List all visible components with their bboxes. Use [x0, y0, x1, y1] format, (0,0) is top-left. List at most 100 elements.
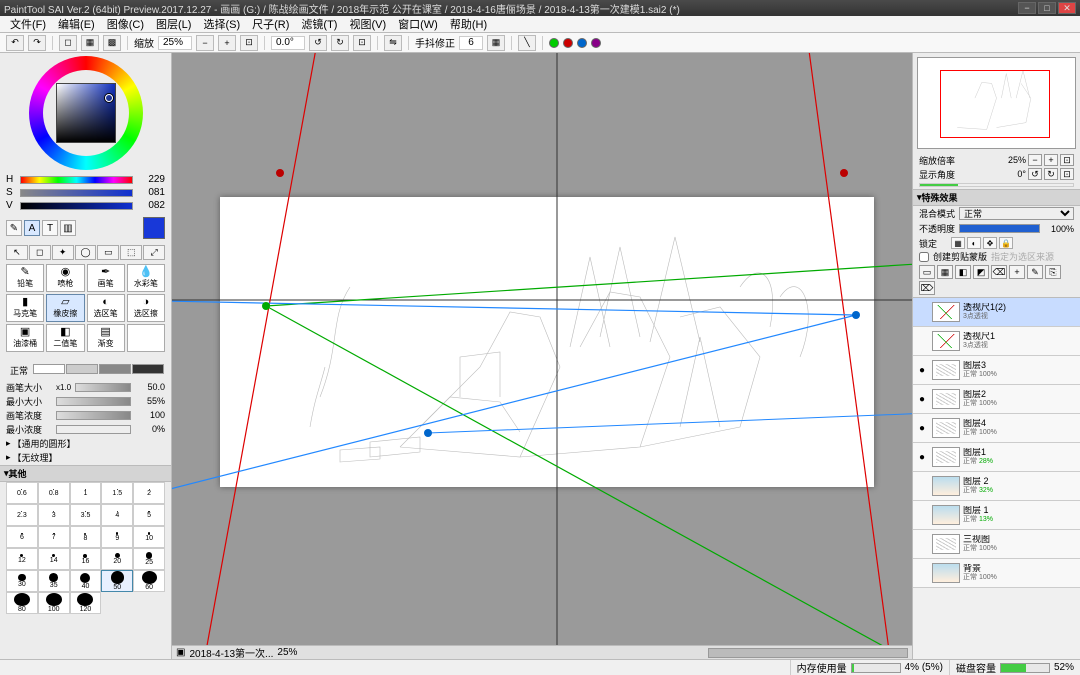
size-40[interactable]: 40 — [70, 570, 102, 592]
layer-row-1[interactable]: 透视尺13点透视 — [913, 327, 1080, 356]
menu-image[interactable]: 图像(C) — [101, 16, 150, 32]
layer-row-4[interactable]: ●图层4正常 100% — [913, 414, 1080, 443]
brush-水彩笔[interactable]: 💧水彩笔 — [127, 264, 165, 292]
size-3.5[interactable]: 3.5 — [70, 504, 102, 526]
size-2[interactable]: 2 — [133, 482, 165, 504]
hscrollbar-thumb[interactable] — [708, 648, 908, 658]
layer-btn-4[interactable]: ⌫ — [991, 265, 1007, 279]
layer-btn-6[interactable]: ✎ — [1027, 265, 1043, 279]
nav-zoom-in[interactable]: + — [1044, 154, 1058, 166]
rotate-ccw-button[interactable]: ↺ — [309, 35, 327, 51]
layer-row-5[interactable]: ●图层1正常 28% — [913, 443, 1080, 472]
size-80[interactable]: 80 — [6, 592, 38, 614]
size-10[interactable]: 10 — [133, 526, 165, 548]
menu-ruler[interactable]: 尺子(R) — [246, 16, 295, 32]
layer-row-9[interactable]: 背景正常 100% — [913, 559, 1080, 588]
tool-2[interactable]: ✦ — [52, 245, 74, 260]
lock-alpha-icon[interactable]: ◐ — [967, 237, 981, 249]
size-0.6[interactable]: 0.6 — [6, 482, 38, 504]
sizes-header[interactable]: 其他 — [0, 465, 171, 482]
nav-rot-cw[interactable]: ↻ — [1044, 168, 1058, 180]
foreground-swatch[interactable] — [143, 217, 165, 239]
layer-visibility-icon[interactable]: ● — [915, 394, 929, 405]
layer-row-6[interactable]: 图层 2正常 32% — [913, 472, 1080, 501]
menu-window[interactable]: 窗口(W) — [392, 16, 444, 32]
opacity-slider[interactable] — [959, 224, 1040, 233]
size-4[interactable]: 4 — [101, 504, 133, 526]
brush-选区擦[interactable]: ◑选区擦 — [127, 294, 165, 322]
lock-all-icon[interactable]: 🔒 — [999, 237, 1013, 249]
size-8[interactable]: 8 — [70, 526, 102, 548]
size-50[interactable]: 50 — [101, 570, 133, 592]
val-slider[interactable] — [20, 202, 133, 210]
scratchpad-button[interactable]: ✎ — [6, 220, 22, 236]
size-12[interactable]: 12 — [6, 548, 38, 570]
brush-油漆桶[interactable]: ▣油漆桶 — [6, 324, 44, 352]
layer-visibility-icon[interactable]: ● — [915, 452, 929, 463]
min-size-slider[interactable] — [56, 397, 131, 406]
brush-二值笔[interactable]: ◧二值笔 — [46, 324, 84, 352]
layer-btn-2[interactable]: ◧ — [955, 265, 971, 279]
nav-zoom-fit[interactable]: ⊡ — [1060, 154, 1074, 166]
size-1[interactable]: 1 — [70, 482, 102, 504]
zoom-fit-button[interactable]: ⊡ — [240, 35, 258, 51]
text-tool-button[interactable]: T — [42, 220, 58, 236]
zoom-value[interactable]: 25% — [158, 36, 192, 50]
layer-row-2[interactable]: ●图层3正常 100% — [913, 356, 1080, 385]
layer-row-3[interactable]: ●图层2正常 100% — [913, 385, 1080, 414]
size-6[interactable]: 6 — [6, 526, 38, 548]
layer-btn-0[interactable]: ▭ — [919, 265, 935, 279]
size-100[interactable]: 100 — [38, 592, 70, 614]
rotate-cw-button[interactable]: ↻ — [331, 35, 349, 51]
min-density-slider[interactable] — [56, 425, 131, 434]
size-16[interactable]: 16 — [70, 548, 102, 570]
undo-button[interactable]: ↶ — [6, 35, 24, 51]
vanishing-point-blue-1[interactable] — [852, 311, 860, 319]
vanishing-point-green[interactable] — [262, 302, 270, 310]
size-3[interactable]: 3 — [38, 504, 70, 526]
layer-row-8[interactable]: 三视图正常 100% — [913, 530, 1080, 559]
brush-shape-expander[interactable]: 【通用的圆形】 — [6, 436, 165, 450]
size-1.5[interactable]: 1.5 — [101, 482, 133, 504]
reselect-button[interactable]: ▦ — [81, 35, 99, 51]
canvas-area[interactable]: ▣ 2018-4-13第一次... 25% — [172, 53, 912, 659]
brush-empty[interactable] — [127, 324, 165, 352]
layer-btn-5[interactable]: + — [1009, 265, 1025, 279]
menu-view[interactable]: 视图(V) — [343, 16, 392, 32]
layer-btn-1[interactable]: ▦ — [937, 265, 953, 279]
doc-tab-name[interactable]: 2018-4-13第一次... — [189, 645, 273, 659]
size-0.8[interactable]: 0.8 — [38, 482, 70, 504]
hue-slider[interactable] — [20, 176, 133, 184]
brush-texture-expander[interactable]: 【无纹理】 — [6, 450, 165, 464]
size-35[interactable]: 35 — [38, 570, 70, 592]
zoom-out-button[interactable]: − — [196, 35, 214, 51]
brush-渐变[interactable]: ▤渐变 — [87, 324, 125, 352]
vanishing-point-red-2[interactable] — [840, 169, 848, 177]
size-25[interactable]: 25 — [133, 548, 165, 570]
nav-zoom-out[interactable]: − — [1028, 154, 1042, 166]
layer-btn-3[interactable]: ◩ — [973, 265, 989, 279]
guide-red-icon[interactable] — [563, 38, 573, 48]
lock-move-icon[interactable]: ✥ — [983, 237, 997, 249]
menu-filter[interactable]: 滤镜(T) — [295, 16, 343, 32]
guide-purple-icon[interactable] — [591, 38, 601, 48]
tool-3[interactable]: ◯ — [75, 245, 97, 260]
angle-value[interactable]: 0.0° — [271, 36, 305, 50]
brush-铅笔[interactable]: ✎铅笔 — [6, 264, 44, 292]
flip-h-button[interactable]: ⇋ — [384, 35, 402, 51]
nav-zoom-slider[interactable] — [919, 183, 1074, 187]
menu-edit[interactable]: 编辑(E) — [52, 16, 101, 32]
menu-layer[interactable]: 图层(L) — [150, 16, 197, 32]
nav-rot-reset[interactable]: ⊡ — [1060, 168, 1074, 180]
navigator-preview[interactable] — [917, 57, 1076, 149]
menu-help[interactable]: 帮助(H) — [444, 16, 493, 32]
vanishing-point-red-1[interactable] — [276, 169, 284, 177]
size-5[interactable]: 5 — [133, 504, 165, 526]
menu-select[interactable]: 选择(S) — [197, 16, 246, 32]
clip-mask-checkbox[interactable] — [919, 252, 929, 262]
layer-btn-8[interactable]: ⌦ — [919, 281, 935, 295]
size-7[interactable]: 7 — [38, 526, 70, 548]
menu-file[interactable]: 文件(F) — [4, 16, 52, 32]
redo-button[interactable]: ↷ — [28, 35, 46, 51]
vanishing-point-blue-2[interactable] — [424, 429, 432, 437]
